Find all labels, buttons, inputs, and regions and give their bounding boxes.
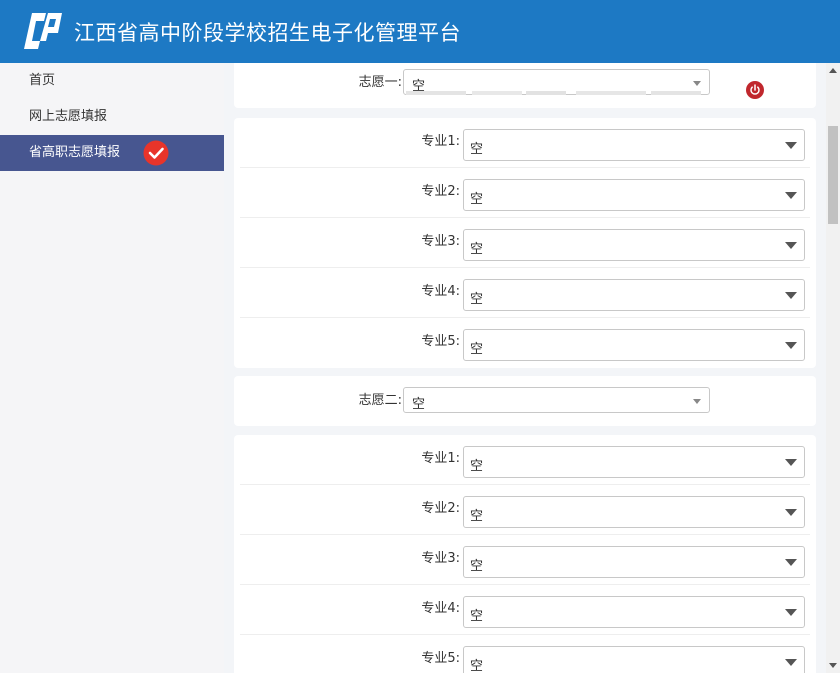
chevron-down-icon: [693, 399, 701, 404]
major-label: 专业4:: [421, 284, 460, 299]
major-label: 专业2:: [421, 184, 460, 199]
major-row: 专业1: 空: [240, 118, 810, 168]
chevron-down-icon: [785, 342, 797, 349]
major-select-value: 空: [470, 459, 484, 474]
major-select-value: 空: [470, 292, 484, 307]
major-select-value: 空: [470, 509, 484, 524]
major-select-value: 空: [470, 609, 484, 624]
major-select[interactable]: 空: [463, 329, 805, 361]
volunteer-label: 志愿一:: [358, 75, 402, 90]
sidebar-item-online-application[interactable]: 网上志愿填报: [0, 99, 224, 135]
app-header: 江西省高中阶段学校招生电子化管理平台: [0, 0, 840, 63]
major-row: 专业4: 空: [240, 585, 810, 635]
sidebar: 首页 网上志愿填报 省高职志愿填报: [0, 63, 224, 673]
majors-card: 专业1: 空 专业2: 空 专业3: 空 专业4: 空 专业5: 空: [234, 118, 816, 368]
volunteer-label: 志愿二:: [358, 393, 402, 408]
major-select[interactable]: 空: [463, 596, 805, 628]
major-select-value: 空: [470, 242, 484, 257]
power-icon[interactable]: [746, 81, 764, 99]
chevron-down-icon: [785, 659, 797, 666]
major-row: 专业3: 空: [240, 535, 810, 585]
chevron-down-icon: [785, 292, 797, 299]
volunteer-select-value: 空: [412, 397, 426, 412]
obscured-text: [406, 91, 701, 95]
major-label: 专业5:: [421, 651, 460, 666]
major-label: 专业3:: [421, 234, 460, 249]
major-label: 专业4:: [421, 601, 460, 616]
major-select[interactable]: 空: [463, 496, 805, 528]
chevron-down-icon: [785, 609, 797, 616]
major-row: 专业2: 空: [240, 485, 810, 535]
major-select[interactable]: 空: [463, 129, 805, 161]
major-select[interactable]: 空: [463, 279, 805, 311]
major-row: 专业4: 空: [240, 268, 810, 318]
sidebar-item-label: 网上志愿填报: [29, 109, 108, 124]
major-select[interactable]: 空: [463, 646, 805, 673]
major-row: 专业3: 空: [240, 218, 810, 268]
volunteer-row: 志愿二: 空: [234, 381, 816, 421]
volunteer-card: 志愿二: 空: [234, 376, 816, 426]
major-label: 专业1:: [421, 451, 460, 466]
major-select-value: 空: [470, 559, 484, 574]
sidebar-item-label: 首页: [29, 73, 56, 88]
major-label: 专业3:: [421, 551, 460, 566]
chevron-down-icon: [785, 142, 797, 149]
major-select-value: 空: [470, 142, 484, 157]
main-content: 志愿一: 空 专业1: 空 专业2: 空 专业3: 空 专业4: 空 专业5: …: [224, 63, 826, 673]
major-row: 专业5: 空: [240, 635, 810, 673]
major-row: 专业5: 空: [240, 318, 810, 368]
cp-logo-icon: [24, 12, 62, 49]
scroll-thumb[interactable]: [828, 126, 838, 224]
major-select[interactable]: 空: [463, 179, 805, 211]
chevron-down-icon: [785, 192, 797, 199]
major-select[interactable]: 空: [463, 446, 805, 478]
chevron-down-icon: [785, 242, 797, 249]
chevron-down-icon: [785, 559, 797, 566]
major-row: 专业2: 空: [240, 168, 810, 218]
sidebar-item-vocational-application[interactable]: 省高职志愿填报: [0, 135, 224, 171]
volunteer-row: 志愿一: 空: [234, 63, 816, 103]
major-select-value: 空: [470, 192, 484, 207]
major-select[interactable]: 空: [463, 229, 805, 261]
sidebar-item-home[interactable]: 首页: [0, 63, 224, 99]
sidebar-item-label: 省高职志愿填报: [29, 145, 121, 160]
chevron-down-icon: [785, 509, 797, 516]
major-select-value: 空: [470, 659, 484, 673]
major-label: 专业5:: [421, 334, 460, 349]
major-label: 专业1:: [421, 134, 460, 149]
volunteer-card: 志愿一: 空: [234, 63, 816, 108]
vertical-scrollbar[interactable]: [826, 63, 840, 673]
chevron-down-icon: [693, 81, 701, 86]
scroll-up-arrow-icon[interactable]: [829, 68, 837, 73]
major-row: 专业1: 空: [240, 435, 810, 485]
majors-card: 专业1: 空 专业2: 空 专业3: 空 专业4: 空 专业5: 空: [234, 435, 816, 673]
chevron-down-icon: [785, 459, 797, 466]
app-title: 江西省高中阶段学校招生电子化管理平台: [74, 20, 461, 45]
scroll-down-arrow-icon[interactable]: [829, 663, 837, 668]
volunteer-select[interactable]: 空: [403, 387, 710, 413]
major-label: 专业2:: [421, 501, 460, 516]
check-icon: [143, 140, 169, 166]
major-select[interactable]: 空: [463, 546, 805, 578]
major-select-value: 空: [470, 342, 484, 357]
